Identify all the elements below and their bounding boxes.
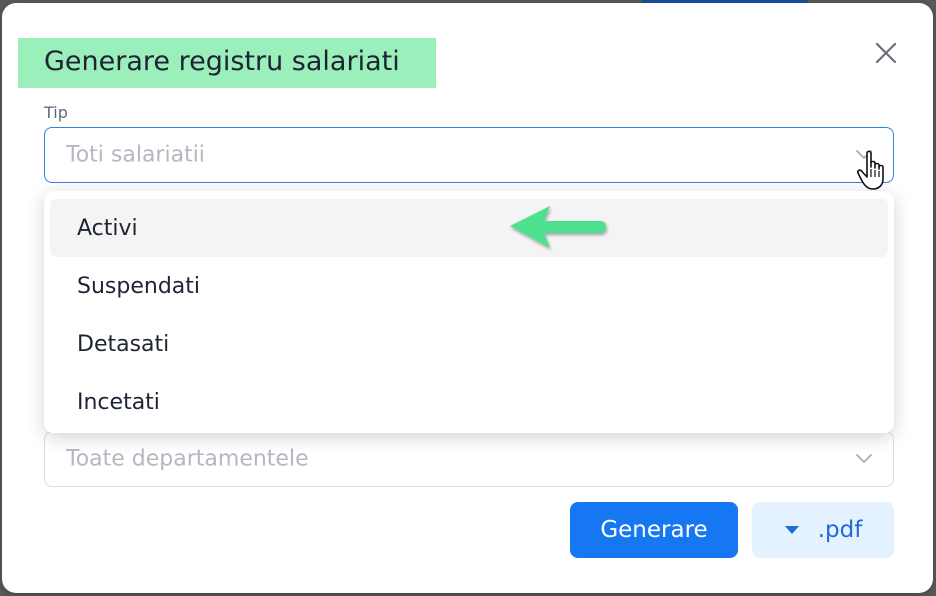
format-dropdown-button[interactable]: .pdf — [752, 502, 894, 558]
tip-select[interactable]: Toti salariatii — [44, 127, 894, 183]
department-select[interactable]: Toate departamentele — [44, 431, 894, 487]
generate-button[interactable]: Generare — [570, 502, 738, 558]
tip-label: Tip — [44, 103, 68, 122]
dropdown-option-suspendati[interactable]: Suspendati — [50, 257, 888, 315]
caret-down-icon — [784, 525, 800, 535]
chevron-down-icon — [855, 453, 873, 465]
dropdown-option-label: Incetati — [77, 389, 160, 415]
tip-select-placeholder: Toti salariatii — [66, 142, 205, 168]
dropdown-option-label: Activi — [77, 215, 138, 241]
modal-dialog: Generare registru salariati Tip Toti sal… — [2, 3, 933, 593]
dropdown-option-detasati[interactable]: Detasati — [50, 315, 888, 373]
modal-title: Generare registru salariati — [44, 46, 400, 77]
close-button[interactable] — [870, 37, 902, 69]
department-select-placeholder: Toate departamentele — [66, 446, 309, 472]
dropdown-option-incetati[interactable]: Incetati — [50, 373, 888, 431]
dropdown-option-label: Detasati — [77, 331, 170, 357]
format-label: .pdf — [817, 517, 863, 543]
tip-dropdown-menu: Activi Suspendati Detasati Incetati — [44, 191, 894, 433]
dropdown-option-activi[interactable]: Activi — [50, 199, 888, 257]
close-icon — [875, 42, 897, 64]
chevron-down-icon — [855, 149, 873, 161]
dropdown-option-label: Suspendati — [77, 273, 200, 299]
